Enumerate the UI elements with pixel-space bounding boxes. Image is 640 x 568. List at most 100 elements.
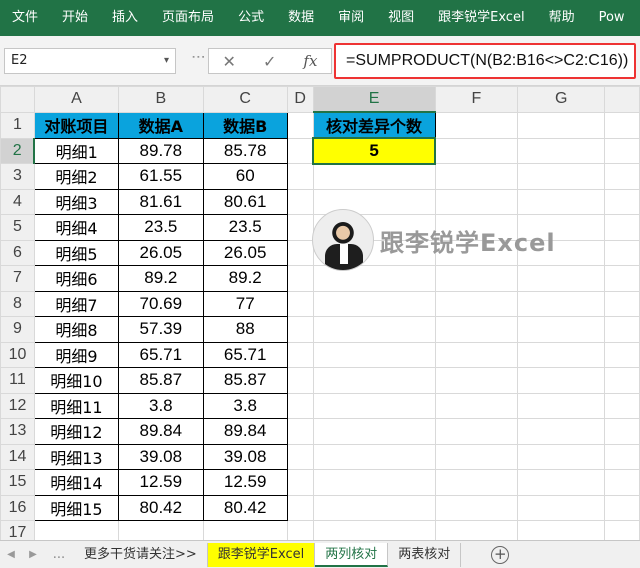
item-label-cell[interactable]: 明细7: [33, 290, 119, 317]
cell[interactable]: [517, 111, 606, 139]
value-cell[interactable]: 80.61: [202, 188, 288, 215]
cell[interactable]: [604, 469, 640, 496]
value-cell[interactable]: 26.05: [202, 239, 288, 266]
cell[interactable]: [604, 239, 640, 266]
result-header-cell[interactable]: 核对差异个数: [312, 111, 436, 139]
cell[interactable]: [604, 163, 640, 190]
cell[interactable]: [604, 443, 640, 470]
row-header[interactable]: 6: [0, 239, 35, 266]
row-header[interactable]: 14: [0, 443, 35, 470]
cell[interactable]: [604, 494, 640, 521]
cell[interactable]: [312, 418, 436, 445]
cell[interactable]: [286, 316, 314, 343]
value-cell[interactable]: 89.78: [117, 137, 204, 164]
sheet-tab-two-table-check[interactable]: 两表核对: [388, 542, 462, 567]
cell[interactable]: [286, 239, 314, 266]
column-header-a[interactable]: A: [33, 86, 119, 113]
cell[interactable]: [517, 367, 606, 394]
value-cell[interactable]: 23.5: [202, 214, 288, 241]
cell[interactable]: [286, 290, 314, 317]
cell[interactable]: [517, 443, 606, 470]
row-header[interactable]: 3: [0, 163, 35, 190]
cell[interactable]: [434, 418, 519, 445]
row-header[interactable]: 10: [0, 341, 35, 368]
item-label-cell[interactable]: 明细8: [33, 316, 119, 343]
enter-icon[interactable]: ✓: [263, 52, 276, 71]
cell[interactable]: [434, 137, 519, 164]
chevron-down-icon[interactable]: ▾: [164, 49, 169, 73]
select-all-corner[interactable]: [0, 86, 35, 113]
cell[interactable]: [517, 341, 606, 368]
cell[interactable]: [604, 392, 640, 419]
cell[interactable]: [604, 214, 640, 241]
cancel-icon[interactable]: ✕: [223, 52, 236, 71]
add-sheet-icon[interactable]: +: [491, 545, 510, 564]
ribbon-tab-file[interactable]: 文件: [0, 0, 50, 36]
item-label-cell[interactable]: 明细11: [33, 392, 119, 419]
ribbon-tab-view[interactable]: 视图: [376, 0, 426, 36]
cell[interactable]: [604, 188, 640, 215]
cell[interactable]: [604, 111, 640, 139]
value-cell[interactable]: 80.42: [117, 494, 204, 521]
item-label-cell[interactable]: 明细1: [33, 137, 119, 164]
column-header-b[interactable]: B: [117, 86, 204, 113]
value-cell[interactable]: 39.08: [202, 443, 288, 470]
cell[interactable]: [434, 163, 519, 190]
item-label-cell[interactable]: 明细15: [33, 494, 119, 521]
cell[interactable]: [312, 443, 436, 470]
result-value-cell[interactable]: 5: [312, 137, 437, 165]
cell[interactable]: [286, 188, 314, 215]
value-cell[interactable]: 61.55: [117, 163, 204, 190]
ribbon-tab-home[interactable]: 开始: [50, 0, 100, 36]
cell[interactable]: [604, 265, 640, 292]
item-label-cell[interactable]: 明细13: [33, 443, 119, 470]
value-cell[interactable]: 65.71: [117, 341, 204, 368]
prev-sheet-icon[interactable]: ◀: [0, 549, 22, 560]
cell[interactable]: [286, 214, 314, 241]
cell[interactable]: [434, 494, 519, 521]
row-header[interactable]: 7: [0, 265, 35, 292]
sheet-tab-brand[interactable]: 跟李锐学Excel: [207, 542, 316, 567]
cell[interactable]: [434, 392, 519, 419]
cell[interactable]: [434, 341, 519, 368]
cell[interactable]: [312, 469, 436, 496]
table-header-cell[interactable]: 数据B: [202, 111, 288, 139]
ribbon-tab-custom[interactable]: 跟李锐学Excel: [426, 0, 536, 36]
cell[interactable]: [312, 163, 436, 190]
cell[interactable]: [286, 392, 314, 419]
value-cell[interactable]: 12.59: [202, 469, 288, 496]
value-cell[interactable]: 26.05: [117, 239, 204, 266]
cell[interactable]: [434, 111, 519, 139]
item-label-cell[interactable]: 明细9: [33, 341, 119, 368]
row-header[interactable]: 15: [0, 469, 35, 496]
cell[interactable]: [312, 316, 436, 343]
ribbon-tab-help[interactable]: 帮助: [537, 0, 587, 36]
cell[interactable]: [604, 316, 640, 343]
row-header[interactable]: 16: [0, 494, 35, 521]
value-cell[interactable]: 88: [202, 316, 288, 343]
row-header[interactable]: 13: [0, 418, 35, 445]
cell[interactable]: [286, 418, 314, 445]
cell[interactable]: [434, 290, 519, 317]
column-header-d[interactable]: D: [286, 86, 314, 113]
row-header[interactable]: 11: [0, 367, 35, 394]
row-header[interactable]: 4: [0, 188, 35, 215]
cell[interactable]: [517, 163, 606, 190]
cell[interactable]: [604, 290, 640, 317]
item-label-cell[interactable]: 明细3: [33, 188, 119, 215]
value-cell[interactable]: 65.71: [202, 341, 288, 368]
cell[interactable]: [286, 163, 314, 190]
item-label-cell[interactable]: 明细12: [33, 418, 119, 445]
cell[interactable]: [434, 443, 519, 470]
ribbon-tab-formulas[interactable]: 公式: [226, 0, 276, 36]
value-cell[interactable]: 85.87: [202, 367, 288, 394]
value-cell[interactable]: 39.08: [117, 443, 204, 470]
value-cell[interactable]: 89.2: [117, 265, 204, 292]
column-header-e[interactable]: E: [312, 86, 436, 113]
cell[interactable]: [604, 367, 640, 394]
item-label-cell[interactable]: 明细14: [33, 469, 119, 496]
value-cell[interactable]: 12.59: [117, 469, 204, 496]
value-cell[interactable]: 23.5: [117, 214, 204, 241]
row-header[interactable]: 2: [0, 137, 36, 164]
value-cell[interactable]: 60: [202, 163, 288, 190]
